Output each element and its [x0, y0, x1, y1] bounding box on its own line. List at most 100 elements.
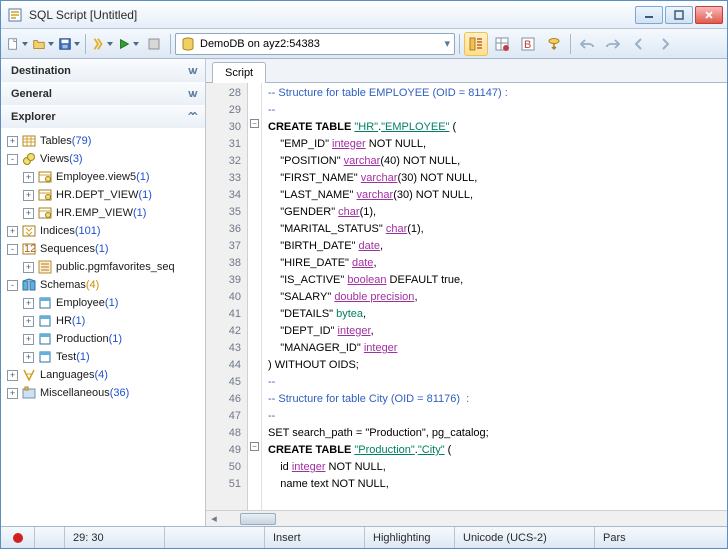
expand-icon[interactable]: - — [7, 244, 18, 255]
editor-tabs: Script — [206, 59, 727, 83]
options-button[interactable]: B — [516, 32, 540, 56]
expand-icon[interactable]: + — [7, 226, 18, 237]
expand-icon[interactable]: + — [7, 388, 18, 399]
sidebar: Destinationvv Generalvv Explorer^^ + Tabl… — [1, 59, 206, 526]
panel-destination[interactable]: Destinationvv — [1, 59, 205, 82]
status-spacer — [165, 527, 265, 548]
scrollbar-thumb[interactable] — [240, 513, 276, 525]
database-selector[interactable]: DemoDB on ayz2:54383 ▾ — [175, 33, 455, 55]
expand-icon[interactable]: + — [7, 370, 18, 381]
tree-node[interactable]: +Test (1) — [3, 348, 203, 366]
minimize-button[interactable] — [635, 6, 663, 24]
prev-button[interactable] — [627, 32, 651, 56]
parse-status: Pars — [595, 527, 727, 548]
tree-node[interactable]: + Miscellaneous (36) — [3, 384, 203, 402]
fold-toggle[interactable]: − — [250, 119, 259, 128]
fold-column[interactable]: −− — [248, 83, 262, 510]
open-button[interactable] — [31, 32, 55, 56]
close-button[interactable] — [695, 6, 723, 24]
scroll-left-icon[interactable]: ◂ — [206, 512, 222, 526]
tree-count: (1) — [95, 243, 108, 255]
tree-node[interactable]: + Tables (79) — [3, 132, 203, 150]
new-button[interactable] — [5, 32, 29, 56]
tree-label: Tables — [40, 135, 72, 147]
tree-label: Indices — [40, 225, 75, 237]
commit-button[interactable] — [542, 32, 566, 56]
tree-node[interactable]: + HR (1) — [3, 312, 203, 330]
redo-button[interactable] — [601, 32, 625, 56]
tree-node[interactable]: +Employee (1) — [3, 294, 203, 312]
encoding[interactable]: Unicode (UCS-2) — [455, 527, 595, 548]
maximize-button[interactable] — [665, 6, 693, 24]
insert-mode[interactable]: Insert — [265, 527, 365, 548]
chevron-up-icon: ^^ — [188, 110, 195, 123]
schema-icon — [37, 313, 53, 329]
tree-node[interactable]: -123Sequences (1) — [3, 240, 203, 258]
cursor-position: 29: 30 — [65, 527, 165, 548]
record-indicator[interactable] — [1, 527, 35, 548]
undo-button[interactable] — [575, 32, 599, 56]
tree-count: (1) — [109, 333, 122, 345]
tree-count: (1) — [139, 189, 152, 201]
execute-script-button[interactable] — [90, 32, 114, 56]
explorer-tree[interactable]: + Tables (79) -Views (3) + Employee.view5 (1… — [1, 128, 205, 526]
schema-icon — [37, 349, 53, 365]
indices-icon — [21, 223, 37, 239]
stop-button[interactable] — [142, 32, 166, 56]
tree-count: (79) — [72, 135, 92, 147]
tree-count: (1) — [76, 351, 89, 363]
save-button[interactable] — [57, 32, 81, 56]
tree-count: (3) — [69, 153, 82, 165]
tree-label: Production — [56, 333, 109, 345]
result-panel-button[interactable] — [490, 32, 514, 56]
expand-icon[interactable]: + — [23, 334, 34, 345]
views-icon — [21, 151, 37, 167]
tab-script[interactable]: Script — [212, 62, 266, 83]
expand-icon[interactable]: + — [23, 316, 34, 327]
tables-icon — [21, 133, 37, 149]
tree-node[interactable]: + Production (1) — [3, 330, 203, 348]
expand-icon[interactable]: - — [7, 280, 18, 291]
expand-icon[interactable]: + — [23, 190, 34, 201]
window-title: SQL Script [Untitled] — [29, 8, 635, 22]
fold-toggle[interactable]: − — [250, 442, 259, 451]
tree-node[interactable]: -Views (3) — [3, 150, 203, 168]
explorer-toggle-button[interactable] — [464, 32, 488, 56]
expand-icon[interactable]: + — [23, 262, 34, 273]
tree-count: (101) — [75, 225, 101, 237]
expand-icon[interactable]: + — [23, 298, 34, 309]
tree-node[interactable]: +Languages (4) — [3, 366, 203, 384]
status-blank — [35, 527, 65, 548]
panel-explorer[interactable]: Explorer^^ — [1, 105, 205, 128]
tree-label: HR — [56, 315, 72, 327]
source-text[interactable]: -- Structure for table EMPLOYEE (OID = 8… — [262, 83, 727, 510]
tree-node[interactable]: -Schemas (4) — [3, 276, 203, 294]
code-editor[interactable]: 2829303132333435363738394041424344454647… — [206, 83, 727, 510]
tree-label: Miscellaneous — [40, 387, 110, 399]
tree-node[interactable]: +HR.DEPT_VIEW (1) — [3, 186, 203, 204]
tree-count: (4) — [86, 279, 99, 291]
expand-icon[interactable]: - — [7, 154, 18, 165]
app-icon — [7, 7, 23, 23]
view-icon — [37, 187, 53, 203]
expand-icon[interactable]: + — [23, 172, 34, 183]
tree-label: Employee.view5 — [56, 171, 136, 183]
tree-node[interactable]: +public.pgmfavorites_seq — [3, 258, 203, 276]
tree-count: (1) — [136, 171, 149, 183]
tree-node[interactable]: + Employee.view5 (1) — [3, 168, 203, 186]
view-icon — [37, 169, 53, 185]
run-button[interactable] — [116, 32, 140, 56]
highlighting-mode[interactable]: Highlighting — [365, 527, 455, 548]
horizontal-scrollbar[interactable]: ◂ — [206, 510, 727, 526]
next-button[interactable] — [653, 32, 677, 56]
tree-node[interactable]: + Indices (101) — [3, 222, 203, 240]
seq-icon — [37, 259, 53, 275]
tree-count: (36) — [110, 387, 130, 399]
panel-general[interactable]: Generalvv — [1, 82, 205, 105]
tree-node[interactable]: +HR.EMP_VIEW (1) — [3, 204, 203, 222]
expand-icon[interactable]: + — [7, 136, 18, 147]
expand-icon[interactable]: + — [23, 208, 34, 219]
expand-icon[interactable]: + — [23, 352, 34, 363]
tree-count: (1) — [72, 315, 85, 327]
tree-count: (1) — [133, 207, 146, 219]
